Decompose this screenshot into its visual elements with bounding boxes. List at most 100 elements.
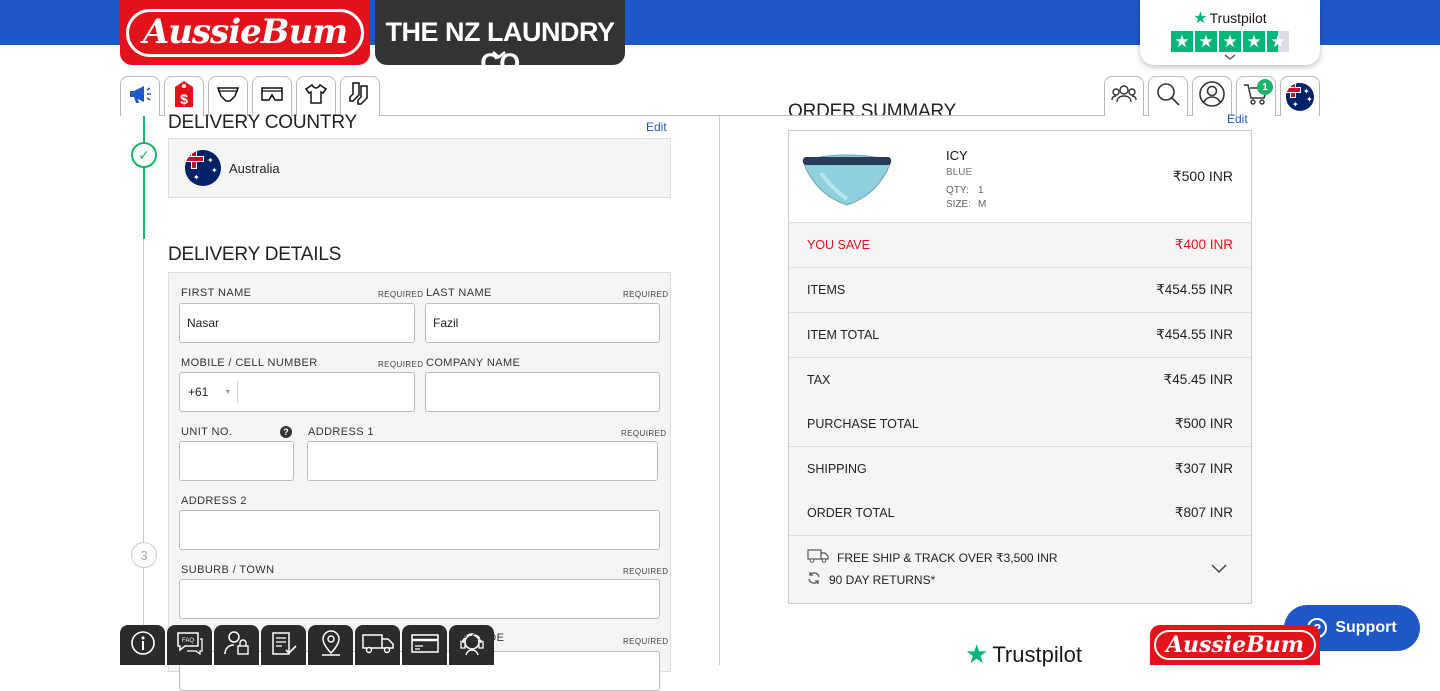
trunks-icon — [260, 85, 284, 108]
address1-input[interactable] — [307, 441, 658, 481]
free-shipping-text: FREE SHIP & TRACK OVER ₹3,500 INR — [837, 550, 1058, 565]
step-complete-check-icon: ✓ — [131, 142, 157, 168]
account-help-button[interactable] — [214, 625, 259, 665]
truck-icon — [361, 632, 394, 659]
trustpilot-widget[interactable]: ★ Trustpilot ★ ★ ★ ★ ★ — [1140, 0, 1320, 65]
required-tag: REQUIRED — [623, 290, 669, 299]
trustpilot-footer-badge[interactable]: ★ Trustpilot — [965, 639, 1082, 670]
shipping-perks[interactable]: FREE SHIP & TRACK OVER ₹3,500 INR 90 DAY… — [789, 536, 1251, 603]
country-code-value: +61 — [188, 385, 209, 399]
divider — [237, 381, 238, 403]
socks-button[interactable] — [340, 76, 380, 116]
summary-row-shipping: SHIPPING ₹307 INR — [789, 447, 1251, 492]
product-qty: QTY: 1 — [946, 185, 984, 196]
briefs-button[interactable] — [208, 76, 248, 116]
required-tag: REQUIRED — [623, 637, 669, 646]
summary-row-purchase-total: PURCHASE TOTAL ₹500 INR — [789, 402, 1251, 447]
aussiebum-logo[interactable]: AussieBum — [120, 0, 370, 65]
row-label: PURCHASE TOTAL — [807, 417, 919, 431]
nz-laundry-logo[interactable]: THE NZ LAUNDRY CO — [375, 0, 625, 78]
cart-item: ICY BLUE QTY: 1 SIZE: M ₹500 INR — [789, 131, 1251, 223]
orders-button[interactable] — [261, 625, 306, 665]
clipboard-check-icon — [270, 630, 298, 661]
row-amount: ₹400 INR — [1174, 237, 1233, 252]
info-button[interactable] — [120, 625, 165, 665]
product-name[interactable]: ICY — [946, 148, 968, 163]
progress-rail — [143, 116, 145, 239]
cart-count-badge: 1 — [1257, 79, 1273, 95]
user-icon — [1198, 80, 1226, 113]
last-name-label: LAST NAME — [426, 287, 492, 299]
company-input[interactable] — [425, 372, 660, 412]
last-name-input[interactable]: Fazil — [425, 303, 660, 343]
delivery-country-heading: DELIVERY COUNTRY — [168, 112, 357, 133]
help-toolbar: FAQ — [120, 625, 494, 665]
trustpilot-star-icon: ★ — [965, 639, 989, 669]
address2-label: ADDRESS 2 — [181, 495, 247, 507]
company-label: COMPANY NAME — [426, 357, 521, 369]
edit-country-link[interactable]: Edit — [646, 120, 667, 134]
address1-label: ADDRESS 1 — [308, 426, 374, 438]
summary-row-tax: TAX ₹45.45 INR — [789, 358, 1251, 403]
tshirt-button[interactable] — [296, 76, 336, 116]
star-icon: ★ — [1171, 31, 1193, 52]
aussiebum-footer-logo[interactable]: AussieBum — [1150, 625, 1320, 665]
sale-button[interactable]: $ — [164, 76, 204, 116]
order-summary-heading: ORDER SUMMARY — [788, 101, 956, 115]
product-image[interactable] — [801, 153, 893, 208]
free-shipping-perk: FREE SHIP & TRACK OVER ₹3,500 INR — [807, 549, 1058, 566]
row-amount: ₹45.45 INR — [1163, 372, 1233, 387]
help-icon[interactable]: ? — [280, 426, 292, 438]
contact-button[interactable] — [449, 625, 494, 665]
row-amount: ₹307 INR — [1174, 461, 1233, 476]
truck-icon — [807, 549, 829, 566]
group-icon — [1111, 83, 1137, 110]
row-amount: ₹454.55 INR — [1156, 282, 1233, 297]
suburb-input[interactable] — [179, 579, 660, 619]
address2-input[interactable] — [179, 510, 660, 550]
trustpilot-star-icon: ★ — [1193, 10, 1208, 27]
shipping-info-button[interactable] — [355, 625, 400, 665]
cart-button[interactable]: 1 — [1236, 76, 1276, 116]
payment-button[interactable] — [402, 625, 447, 665]
nav-bar: $ 1 ✦ ✦ ✦ — [120, 76, 1320, 116]
faq-chat-icon: FAQ — [176, 631, 204, 660]
row-label: ITEMS — [807, 283, 846, 297]
row-amount: ₹807 INR — [1174, 505, 1233, 520]
megaphone-icon — [127, 83, 153, 110]
country-code-select[interactable]: +61 ▼ — [188, 373, 231, 411]
star-icon: ★ — [1243, 31, 1265, 52]
search-button[interactable] — [1148, 76, 1188, 116]
edit-cart-link[interactable]: Edit — [1227, 112, 1248, 126]
refresh-icon — [807, 571, 821, 588]
required-tag: REQUIRED — [378, 290, 424, 299]
user-lock-icon — [223, 630, 251, 661]
required-tag: REQUIRED — [623, 567, 669, 576]
mobile-input[interactable]: +61 ▼ — [179, 372, 415, 412]
trunks-button[interactable] — [252, 76, 292, 116]
required-tag: REQUIRED — [378, 360, 424, 369]
size-label: SIZE: — [946, 199, 972, 210]
column-divider — [719, 116, 720, 665]
stores-button[interactable] — [308, 625, 353, 665]
row-label: SHIPPING — [807, 462, 867, 476]
community-button[interactable] — [1104, 76, 1144, 116]
price-tag-icon: $ — [172, 79, 196, 114]
account-button[interactable] — [1192, 76, 1232, 116]
faq-button[interactable]: FAQ — [167, 625, 212, 665]
trustpilot-footer-label: Trustpilot — [992, 641, 1082, 667]
unit-input[interactable] — [179, 441, 294, 481]
svg-text:FAQ: FAQ — [181, 638, 193, 644]
promo-button[interactable] — [120, 76, 160, 116]
map-pin-icon — [319, 629, 343, 662]
step-number: 3 — [131, 542, 157, 568]
postcode-label: P CODE — [460, 632, 505, 644]
chevron-down-icon — [492, 48, 506, 62]
summary-row-items: ITEMS ₹454.55 INR — [789, 268, 1251, 313]
returns-perk: 90 DAY RETURNS* — [807, 571, 935, 588]
region-flag-button[interactable]: ✦ ✦ ✦ — [1280, 76, 1320, 116]
order-summary-heading-text: ORDER SUMMARY — [788, 101, 957, 115]
first-name-input[interactable]: Nasar — [179, 303, 415, 343]
mobile-label: MOBILE / CELL NUMBER — [181, 357, 318, 369]
progress-rail-pending — [143, 239, 144, 665]
